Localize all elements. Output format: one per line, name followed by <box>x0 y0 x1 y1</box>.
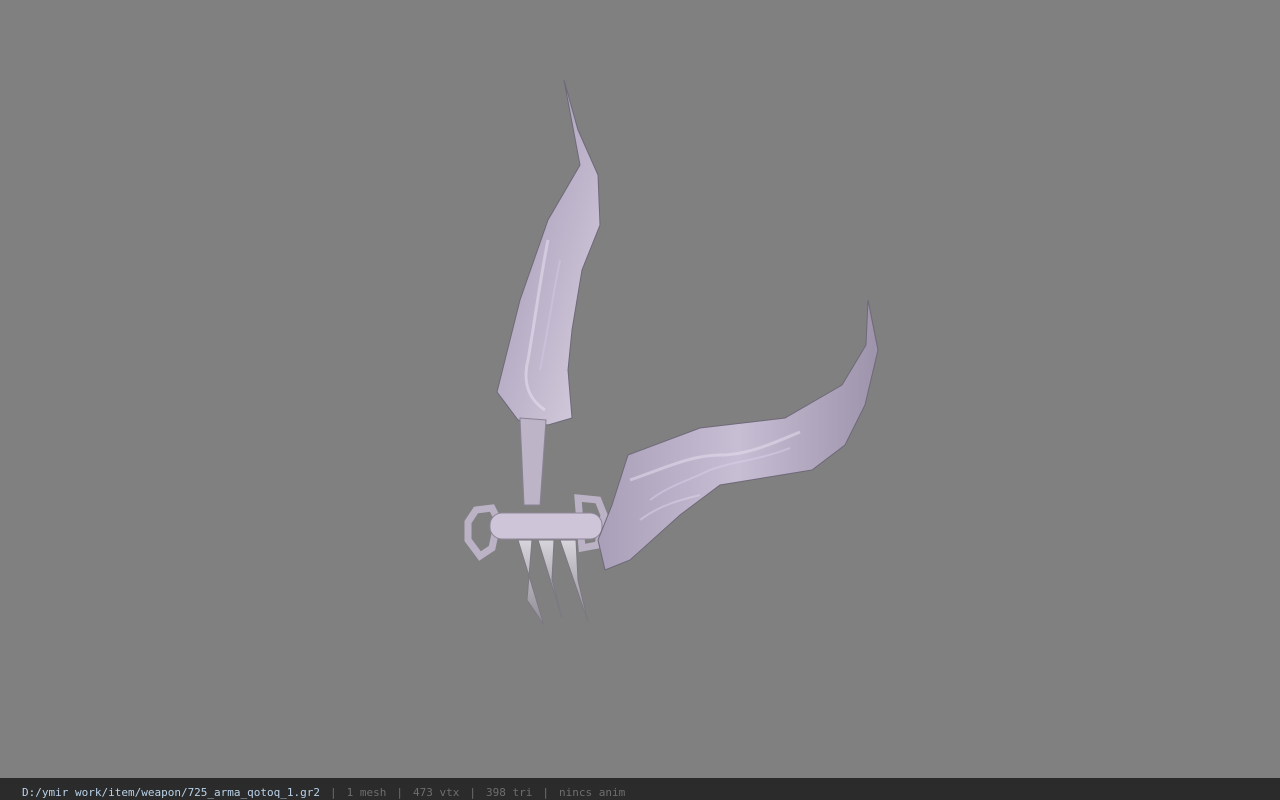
spike-2 <box>537 539 563 619</box>
file-path: D:/ymir work/item/weapon/725_arma_qotoq_… <box>22 786 321 799</box>
separator: | <box>469 786 476 799</box>
mesh-count: 1 mesh <box>346 786 387 799</box>
lower-blade <box>597 299 879 571</box>
upper-blade <box>496 79 601 426</box>
vertex-count: 473 vtx <box>413 786 460 799</box>
status-bar: D:/ymir work/item/weapon/725_arma_qotoq_… <box>0 778 1280 800</box>
weapon-model <box>464 79 879 626</box>
animation-status: nincs anim <box>558 786 626 799</box>
separator: | <box>330 786 337 799</box>
triangle-count: 398 tri <box>486 786 533 799</box>
3d-viewport[interactable] <box>0 0 1280 778</box>
spike-3 <box>559 539 589 623</box>
shaft <box>519 417 547 506</box>
separator: | <box>542 786 549 799</box>
crossguard <box>489 512 603 540</box>
spike-1 <box>517 539 545 626</box>
separator: | <box>396 786 404 799</box>
